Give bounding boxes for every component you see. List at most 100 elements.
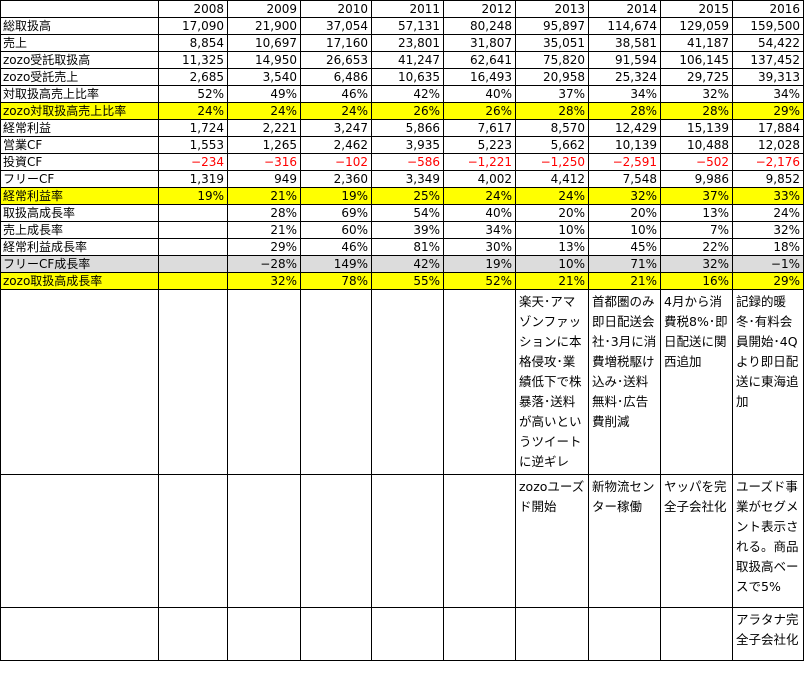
value-cell[interactable]: 16,493 xyxy=(443,68,516,86)
year-header-cell[interactable]: 2015 xyxy=(660,0,733,18)
note-cell[interactable] xyxy=(443,289,516,475)
value-cell[interactable]: 45% xyxy=(588,238,661,256)
value-cell[interactable]: 17,160 xyxy=(300,34,372,52)
value-cell[interactable]: 46% xyxy=(300,85,372,103)
note-cell[interactable]: 楽天･アマゾンファッションに本格侵攻･業績低下で株暴落･送料が高いというツイート… xyxy=(515,289,589,475)
value-cell[interactable]: −102 xyxy=(300,153,372,171)
note-cell[interactable]: 新物流センター稼働 xyxy=(588,474,661,608)
row-label-cell[interactable]: 営業CF xyxy=(0,136,159,154)
note-cell[interactable] xyxy=(227,474,301,608)
value-cell[interactable]: 12,429 xyxy=(588,119,661,137)
value-cell[interactable]: 19% xyxy=(443,255,516,273)
value-cell[interactable]: 149% xyxy=(300,255,372,273)
note-cell[interactable] xyxy=(158,474,228,608)
value-cell[interactable]: 42% xyxy=(371,85,444,103)
value-cell[interactable]: 34% xyxy=(732,85,804,103)
value-cell[interactable]: 5,223 xyxy=(443,136,516,154)
value-cell[interactable]: 15,139 xyxy=(660,119,733,137)
value-cell[interactable]: 5,866 xyxy=(371,119,444,137)
note-cell[interactable]: ユーズド事業がセグメント表示される。商品取扱高ベースで5% xyxy=(732,474,804,608)
value-cell[interactable]: 80,248 xyxy=(443,17,516,35)
row-label-cell[interactable]: フリーCF成長率 xyxy=(0,255,159,273)
value-cell[interactable]: 60% xyxy=(300,221,372,239)
note-cell[interactable] xyxy=(0,289,159,475)
value-cell[interactable]: 24% xyxy=(158,102,228,120)
value-cell[interactable]: −2,591 xyxy=(588,153,661,171)
value-cell[interactable]: −586 xyxy=(371,153,444,171)
note-cell[interactable] xyxy=(0,474,159,608)
value-cell[interactable]: 21% xyxy=(227,221,301,239)
value-cell[interactable]: 3,935 xyxy=(371,136,444,154)
value-cell[interactable]: 3,349 xyxy=(371,170,444,188)
value-cell[interactable]: 17,090 xyxy=(158,17,228,35)
value-cell[interactable]: 25% xyxy=(371,187,444,205)
value-cell[interactable]: 10,488 xyxy=(660,136,733,154)
note-cell[interactable] xyxy=(588,607,661,661)
value-cell[interactable]: 21% xyxy=(588,272,661,290)
value-cell[interactable]: 26% xyxy=(443,102,516,120)
value-cell[interactable]: 11,325 xyxy=(158,51,228,69)
note-cell[interactable] xyxy=(300,289,372,475)
value-cell[interactable]: 26% xyxy=(371,102,444,120)
note-cell[interactable] xyxy=(227,607,301,661)
note-cell[interactable] xyxy=(515,607,589,661)
value-cell[interactable]: 28% xyxy=(588,102,661,120)
year-header-cell[interactable]: 2009 xyxy=(227,0,301,18)
value-cell[interactable]: 32% xyxy=(732,221,804,239)
value-cell[interactable]: 129,059 xyxy=(660,17,733,35)
value-cell[interactable]: 28% xyxy=(660,102,733,120)
value-cell[interactable]: 32% xyxy=(588,187,661,205)
value-cell[interactable]: 29,725 xyxy=(660,68,733,86)
value-cell[interactable]: 7,617 xyxy=(443,119,516,137)
row-label-cell[interactable]: 経常利益率 xyxy=(0,187,159,205)
value-cell[interactable]: 32% xyxy=(660,85,733,103)
value-cell[interactable]: 1,724 xyxy=(158,119,228,137)
value-cell[interactable]: −234 xyxy=(158,153,228,171)
value-cell[interactable]: 20% xyxy=(515,204,589,222)
value-cell[interactable]: 37% xyxy=(515,85,589,103)
value-cell[interactable]: 52% xyxy=(158,85,228,103)
value-cell[interactable]: 26,653 xyxy=(300,51,372,69)
value-cell[interactable]: 71% xyxy=(588,255,661,273)
note-cell[interactable] xyxy=(660,607,733,661)
value-cell[interactable]: −2,176 xyxy=(732,153,804,171)
value-cell[interactable]: 46% xyxy=(300,238,372,256)
value-cell[interactable]: 137,452 xyxy=(732,51,804,69)
value-cell[interactable]: 24% xyxy=(443,187,516,205)
value-cell[interactable]: 33% xyxy=(732,187,804,205)
row-label-cell[interactable]: 経常利益成長率 xyxy=(0,238,159,256)
value-cell[interactable]: 22% xyxy=(660,238,733,256)
value-cell[interactable]: 13% xyxy=(515,238,589,256)
value-cell[interactable]: 20% xyxy=(588,204,661,222)
note-cell[interactable] xyxy=(443,607,516,661)
year-header-cell[interactable]: 2008 xyxy=(158,0,228,18)
value-cell[interactable]: 62,641 xyxy=(443,51,516,69)
note-cell[interactable] xyxy=(371,607,444,661)
value-cell[interactable]: 18% xyxy=(732,238,804,256)
value-cell[interactable]: 7% xyxy=(660,221,733,239)
note-cell[interactable]: アラタナ完全子会社化 xyxy=(732,607,804,661)
value-cell[interactable]: 49% xyxy=(227,85,301,103)
value-cell[interactable]: 28% xyxy=(227,204,301,222)
value-cell[interactable]: 41,247 xyxy=(371,51,444,69)
value-cell[interactable]: 69% xyxy=(300,204,372,222)
value-cell[interactable]: 1,265 xyxy=(227,136,301,154)
value-cell[interactable]: 32% xyxy=(227,272,301,290)
value-cell[interactable]: 19% xyxy=(300,187,372,205)
row-label-cell[interactable]: zozo取扱高成長率 xyxy=(0,272,159,290)
note-cell[interactable] xyxy=(0,607,159,661)
value-cell[interactable]: 5,662 xyxy=(515,136,589,154)
value-cell[interactable]: 13% xyxy=(660,204,733,222)
row-label-cell[interactable]: zozo受託売上 xyxy=(0,68,159,86)
value-cell[interactable]: 949 xyxy=(227,170,301,188)
row-label-cell[interactable]: フリーCF xyxy=(0,170,159,188)
value-cell[interactable] xyxy=(158,255,228,273)
value-cell[interactable]: 23,801 xyxy=(371,34,444,52)
value-cell[interactable]: 21% xyxy=(515,272,589,290)
value-cell[interactable]: 81% xyxy=(371,238,444,256)
value-cell[interactable]: 159,500 xyxy=(732,17,804,35)
year-header-cell[interactable]: 2014 xyxy=(588,0,661,18)
note-cell[interactable] xyxy=(227,289,301,475)
value-cell[interactable]: 24% xyxy=(300,102,372,120)
value-cell[interactable]: 19% xyxy=(158,187,228,205)
